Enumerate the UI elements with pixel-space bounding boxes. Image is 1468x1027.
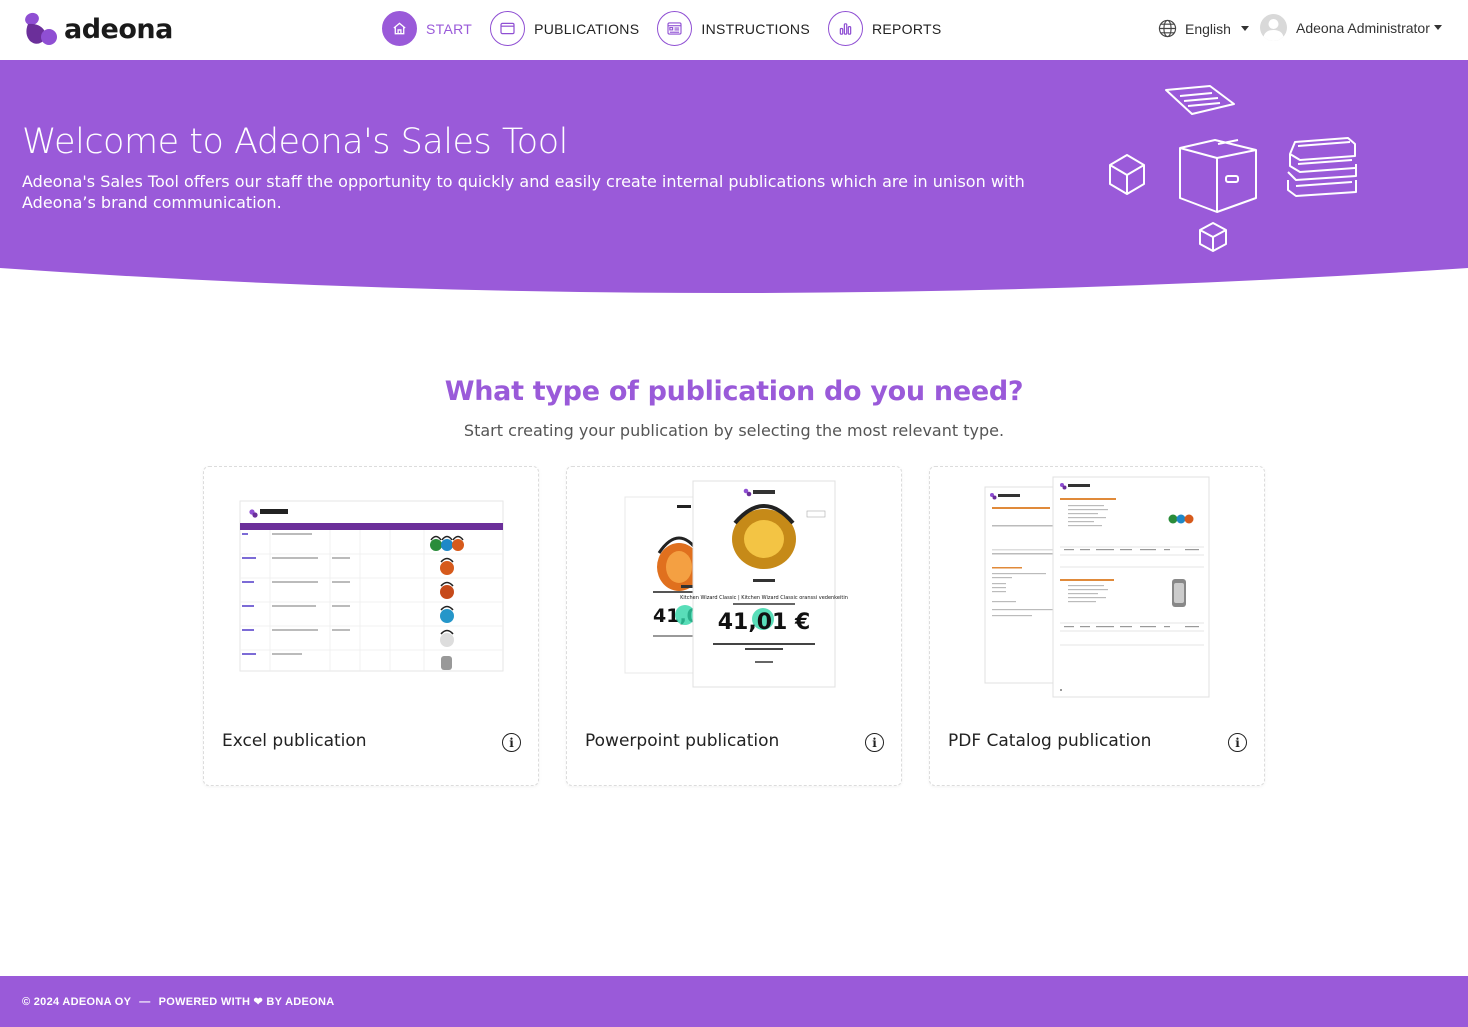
section-subtitle: Start creating your publication by selec…	[463, 421, 1005, 440]
powerpoint-preview-image: 41,0 Kitchen Wizard Classic | Kitchen Wi…	[624, 480, 848, 688]
info-icon[interactable]: i	[1228, 733, 1247, 752]
nav-instructions[interactable]: INSTRUCTIONS	[657, 11, 810, 46]
nav-publications[interactable]: PUBLICATIONS	[490, 11, 639, 46]
logo-text: adeona	[64, 13, 173, 45]
language-selector[interactable]: English	[1158, 19, 1249, 38]
svg-text:Kitchen Wizard Classic | Kitch: Kitchen Wizard Classic | Kitchen Wizard …	[680, 595, 848, 601]
pdf-catalog-publication-card[interactable]: PDF Catalog publication i	[929, 466, 1265, 786]
footer-copyright: © 2024 ADEONA OY	[22, 995, 132, 1008]
card-label: Powerpoint publication	[585, 731, 780, 751]
nav-reports-label: REPORTS	[871, 20, 942, 37]
excel-publication-card[interactable]: Excel publication i	[203, 466, 539, 786]
nav-publications-label: PUBLICATIONS	[534, 20, 640, 37]
nav-instructions-label: INSTRUCTIONS	[701, 20, 810, 37]
hero-description: Adeona's Sales Tool offers our staff the…	[22, 172, 1025, 212]
svg-text:41,01 €: 41,01 €	[718, 610, 811, 635]
footer: © 2024 ADEONA OY — POWERED WITH ❤ BY ADE…	[0, 976, 1468, 1027]
info-icon[interactable]: i	[865, 733, 884, 752]
document-list-icon	[657, 11, 693, 46]
logo-mark-icon	[25, 12, 57, 45]
top-navbar: adeona START PUBLICATIONS INSTRUCTIONS R…	[0, 0, 1468, 60]
bar-chart-icon	[827, 11, 863, 46]
footer-powered-by: POWERED WITH ❤ BY ADEONA	[158, 996, 335, 1008]
section-title: What type of publication do you need?	[444, 376, 1024, 407]
info-icon[interactable]: i	[502, 733, 521, 752]
hero-title: Welcome to Adeona's Sales Tool	[22, 122, 568, 162]
card-label: PDF Catalog publication	[948, 731, 1152, 751]
pdf-catalog-preview-image	[984, 476, 1210, 698]
boxes-illustration	[1109, 85, 1357, 252]
home-icon	[382, 11, 417, 46]
main-navigation: START PUBLICATIONS INSTRUCTIONS REPORTS	[382, 11, 960, 46]
footer-separator: —	[139, 995, 151, 1008]
card-label: Excel publication	[222, 731, 367, 751]
nav-start[interactable]: START	[382, 11, 472, 46]
globe-icon	[1158, 19, 1177, 38]
language-label: English	[1185, 20, 1231, 37]
chevron-down-icon	[1240, 26, 1249, 31]
chevron-down-icon	[1433, 25, 1442, 30]
adeona-logo[interactable]: adeona	[22, 12, 173, 46]
excel-preview-image	[239, 500, 504, 672]
powerpoint-publication-card[interactable]: 41,0 Kitchen Wizard Classic | Kitchen Wi…	[566, 466, 902, 786]
hero-banner: Welcome to Adeona's Sales Tool Adeona's …	[0, 60, 1468, 295]
nav-reports[interactable]: REPORTS	[827, 11, 942, 46]
user-name: Adeona Administrator	[1296, 19, 1430, 36]
window-icon	[490, 11, 526, 46]
nav-start-label: START	[426, 20, 473, 37]
user-menu[interactable]: Adeona Administrator	[1260, 14, 1442, 41]
user-avatar-icon	[1260, 14, 1287, 41]
